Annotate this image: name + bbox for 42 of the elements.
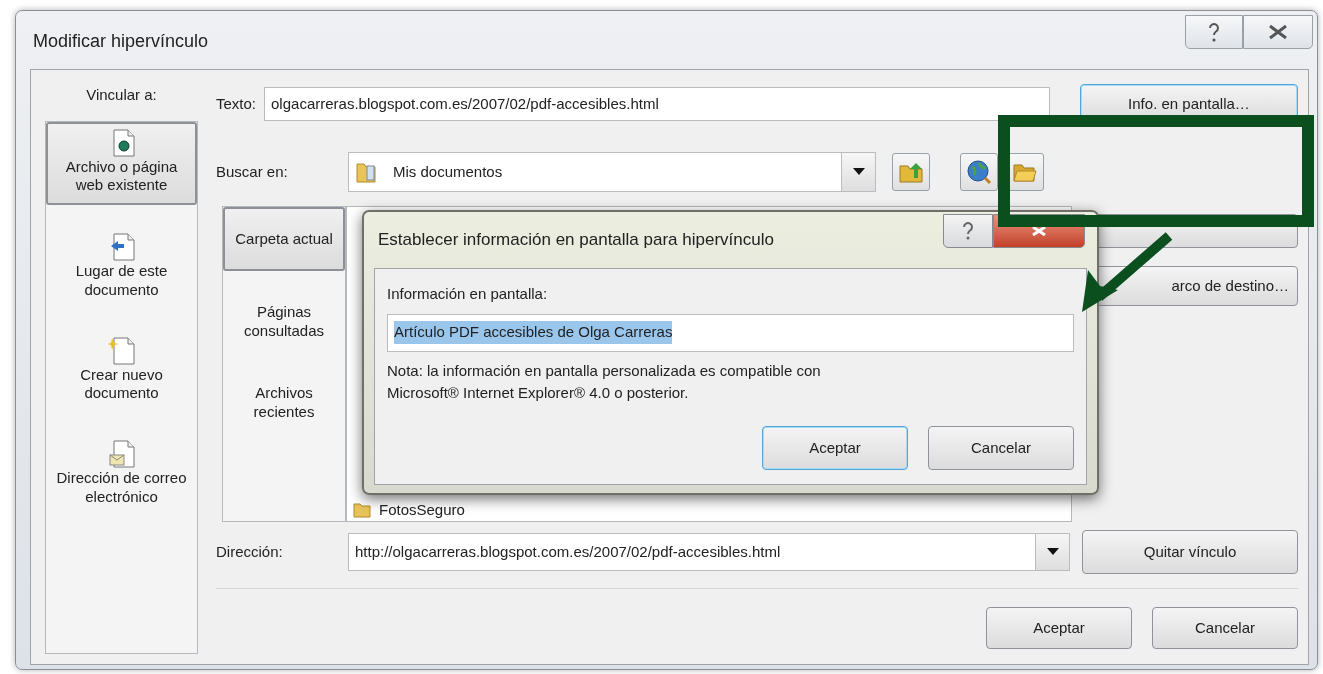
note-text: Nota: la información en pantalla personalizada es compatible con Microsoft® Internet Explorer® 4.0 o posterior. <box>387 360 822 403</box>
cancel-button[interactable]: Cancelar <box>928 426 1074 470</box>
new-document-icon <box>107 335 136 366</box>
help-icon <box>961 221 975 241</box>
link-type-option[interactable]: Lugar de este documento <box>46 227 197 309</box>
screen-tip-field[interactable]: Artículo PDF accesibles de Olga Carreras <box>387 313 1074 352</box>
help-icon <box>1206 21 1222 43</box>
look-in-dropdown[interactable]: Mis documentos <box>348 152 876 192</box>
field-label: Vincular a: <box>86 85 157 105</box>
source-tab[interactable]: Carpeta actual <box>223 207 345 271</box>
document-envelope-icon <box>107 439 136 469</box>
window-title: Modificar hipervínculo <box>33 31 209 53</box>
remove-link-button[interactable]: Quitar vínculo <box>1082 530 1298 574</box>
file-name[interactable]: FotosSeguro <box>379 498 465 521</box>
dropdown-arrow-icon <box>1046 548 1059 556</box>
close-icon <box>1268 24 1288 40</box>
source-tab[interactable]: Archivos recientes <box>223 361 345 443</box>
field-label: Dirección: <box>216 541 284 562</box>
help-button[interactable] <box>1185 15 1243 49</box>
ok-button[interactable]: Aceptar <box>986 607 1132 649</box>
text-field[interactable]: olgacarreras.blogspot.com.es/2007/02/pdf-accesibles.html <box>264 87 1051 121</box>
web-search-button[interactable] <box>960 153 998 191</box>
field-label: Texto: <box>216 93 257 114</box>
close-button[interactable] <box>1243 15 1313 49</box>
folder-icon <box>355 160 377 184</box>
close-icon <box>1032 226 1046 236</box>
cancel-button[interactable]: Cancelar <box>1152 607 1298 649</box>
field-label: Información en pantalla: <box>387 284 549 304</box>
link-type-option[interactable]: Dirección de correo electrónico <box>46 434 197 516</box>
source-tab[interactable]: Páginas consultadas <box>223 280 345 362</box>
dialog-title: Establecer información en pantalla para hipervínculo <box>378 230 774 251</box>
link-type-option[interactable]: Archivo o página web existente <box>46 121 197 205</box>
field-label: Buscar en: <box>216 161 289 182</box>
folder-up-icon <box>898 160 924 184</box>
up-folder-button[interactable] <box>892 153 930 191</box>
ok-button[interactable]: Aceptar <box>762 426 908 470</box>
link-type-option[interactable]: Crear nuevo documento <box>46 330 197 412</box>
address-dropdown[interactable]: http://olgacarreras.blogspot.com.es/2007/02/pdf-accesibles.html <box>348 533 1070 571</box>
help-button[interactable] <box>943 214 993 248</box>
globe-icon <box>966 159 992 185</box>
dropdown-arrow-icon <box>852 168 865 176</box>
folder-icon <box>353 501 371 518</box>
